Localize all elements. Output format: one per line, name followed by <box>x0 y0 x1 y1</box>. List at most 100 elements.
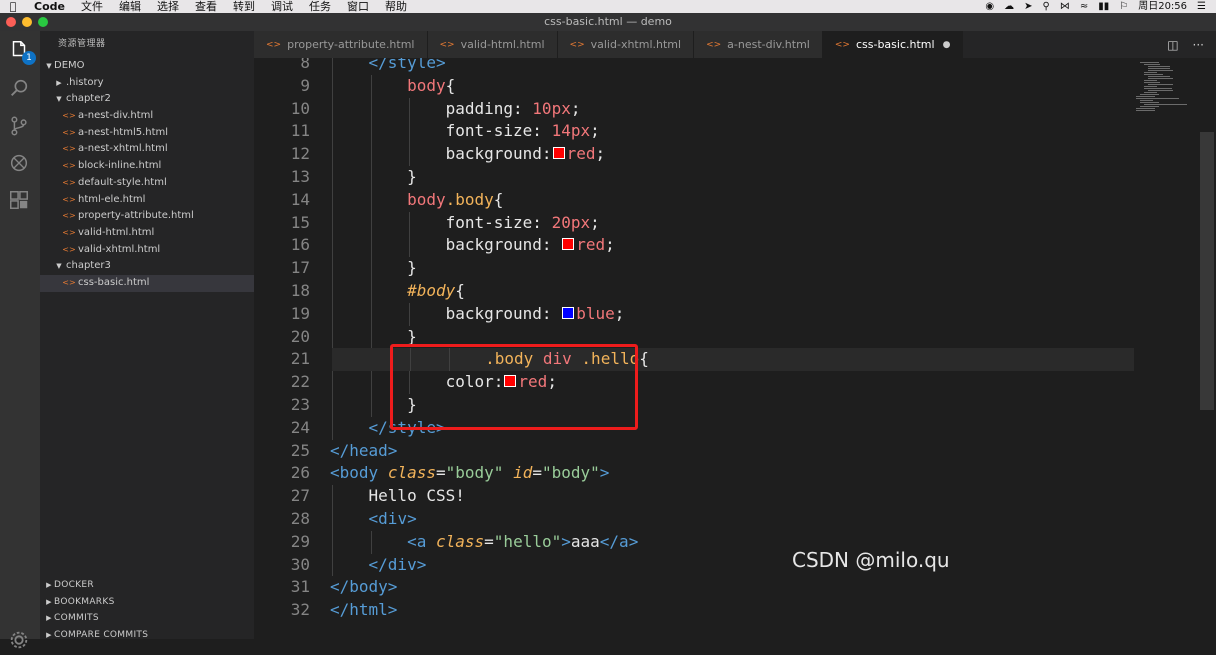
vertical-scrollbar[interactable] <box>1200 132 1214 410</box>
code-token: red <box>566 144 596 164</box>
search-icon[interactable] <box>8 77 32 101</box>
sidebar-section[interactable]: ▶ BOOKMARKS <box>40 594 254 611</box>
apple-icon[interactable]:  <box>0 0 26 13</box>
send-icon[interactable]: ➤ <box>1024 0 1032 13</box>
menu-app-name[interactable]: Code <box>26 0 73 13</box>
code-line[interactable]: 32 </html> <box>254 599 1134 622</box>
file-item[interactable]: <> property-attribute.html <box>40 208 254 225</box>
menu-item[interactable]: 调试 <box>263 0 301 13</box>
extensions-icon[interactable] <box>8 189 32 213</box>
color-swatch[interactable] <box>562 306 575 319</box>
code-line[interactable]: 12 background: red; <box>254 143 1134 166</box>
code-token: } <box>407 326 417 346</box>
color-swatch[interactable] <box>562 238 575 251</box>
split-editor-icon[interactable]: ◫ <box>1167 38 1178 52</box>
code-line[interactable]: 29 <a class="hello">aaa</a> <box>254 530 1134 554</box>
minimap-line <box>1144 92 1157 93</box>
code-token: = <box>532 463 542 483</box>
menu-item[interactable]: 转到 <box>225 0 263 13</box>
tree-item-label: css-basic.html <box>78 276 150 288</box>
unsaved-dot-icon[interactable]: ● <box>943 40 951 50</box>
record-icon[interactable]: ◉ <box>985 0 994 13</box>
indent-guide <box>370 530 372 554</box>
file-item[interactable]: <> a-nest-xhtml.html <box>40 141 254 158</box>
code-line[interactable]: 17 } <box>254 257 1134 280</box>
indent-guide <box>409 120 411 144</box>
close-window-button[interactable] <box>6 17 16 27</box>
source-control-icon[interactable] <box>8 115 32 139</box>
explorer-icon[interactable]: 1 <box>8 39 36 65</box>
folder-item[interactable]: ▼ chapter3 <box>40 258 254 275</box>
clock[interactable]: 周日20:56 <box>1138 0 1187 13</box>
battery-icon[interactable]: ▮▮ <box>1098 0 1109 13</box>
code-line[interactable]: 10 padding: 10px; <box>254 97 1134 121</box>
code-line[interactable]: 25 </head> <box>254 440 1134 463</box>
color-swatch[interactable] <box>552 147 565 160</box>
code-line[interactable]: 8 </style> <box>254 58 1134 75</box>
code-line[interactable]: 9 body{ <box>254 74 1134 98</box>
code-line[interactable]: 16 background: red; <box>254 234 1134 258</box>
code-line[interactable]: 28 <div> <box>254 508 1134 531</box>
menu-item[interactable]: 查看 <box>187 0 225 13</box>
flag-icon[interactable]: ⚐ <box>1119 0 1128 13</box>
folder-item[interactable]: ▼ chapter2 <box>40 91 254 108</box>
file-item[interactable]: <> default-style.html <box>40 175 254 192</box>
folder-item[interactable]: ▶ .history <box>40 75 254 92</box>
code-line[interactable]: 27 Hello CSS! <box>254 485 1134 508</box>
zoom-window-button[interactable] <box>38 17 48 27</box>
code-editor[interactable]: 8 </style> 9 body{10 padding: 10px; 11 fon… <box>254 58 1216 639</box>
bluetooth-icon[interactable]: ⋈ <box>1060 0 1070 13</box>
code-line[interactable]: 11 font-size: 14px; <box>254 120 1134 144</box>
code-line[interactable]: 26 <body class="body" id="body"> <box>254 462 1134 485</box>
wechat-icon[interactable]: ☁ <box>1004 0 1014 13</box>
code-line[interactable]: 31 </body> <box>254 576 1134 599</box>
settings-gear-icon[interactable] <box>8 629 32 653</box>
file-item[interactable]: <> css-basic.html <box>40 274 254 292</box>
menu-item[interactable]: 帮助 <box>377 0 415 13</box>
indent-guide <box>332 257 333 280</box>
file-item[interactable]: <> valid-xhtml.html <box>40 242 254 259</box>
code-line[interactable]: 18 #body{ <box>254 280 1134 303</box>
code-line[interactable]: 30 </div> <box>254 553 1134 577</box>
code-line[interactable]: 23 } <box>254 394 1134 417</box>
editor-tab[interactable]: <> valid-xhtml.html <box>557 31 695 58</box>
code-line[interactable]: 15 font-size: 20px; <box>254 211 1134 235</box>
search-icon[interactable]: ⚲ <box>1043 0 1050 13</box>
code-line[interactable]: 14 body.body{ <box>254 188 1134 212</box>
minimize-window-button[interactable] <box>22 17 32 27</box>
file-item[interactable]: <> valid-html.html <box>40 225 254 242</box>
menu-list-icon[interactable]: ☰ <box>1197 0 1206 13</box>
more-actions-icon[interactable]: ··· <box>1193 38 1204 52</box>
code-line[interactable]: 22 color: red; <box>254 371 1134 394</box>
code-line[interactable]: 20 } <box>254 325 1134 349</box>
sidebar-section[interactable]: ▶ DOCKER <box>40 577 254 594</box>
line-number: 31 <box>290 577 310 597</box>
menu-item[interactable]: 文件 <box>73 0 111 13</box>
code-line[interactable]: 13 } <box>254 166 1134 189</box>
editor-tab[interactable]: <> css-basic.html ● <box>822 31 964 58</box>
minimap[interactable] <box>1132 58 1202 118</box>
code-line[interactable]: 19 background: blue; <box>254 302 1134 326</box>
red-annotation-box <box>390 344 638 430</box>
sidebar-section[interactable]: ▶ COMMITS <box>40 610 254 627</box>
menu-item[interactable]: 窗口 <box>339 0 377 13</box>
editor-tab[interactable]: <> a-nest-div.html <box>694 31 823 58</box>
wifi-icon[interactable]: ≈ <box>1080 0 1088 13</box>
file-item[interactable]: <> a-nest-div.html <box>40 108 254 125</box>
code-line[interactable]: 24 </style> <box>254 416 1134 440</box>
indent-guide <box>332 530 333 554</box>
debug-icon[interactable] <box>8 152 32 176</box>
menu-item[interactable]: 任务 <box>301 0 339 13</box>
line-number: 11 <box>290 121 310 141</box>
chevron-down-icon: ▼ <box>46 62 52 70</box>
editor-tab[interactable]: <> property-attribute.html <box>254 31 428 58</box>
file-item[interactable]: <> a-nest-html5.html <box>40 125 254 142</box>
file-item[interactable]: <> block-inline.html <box>40 158 254 175</box>
code-token: 10px <box>532 98 571 118</box>
sidebar-section[interactable]: ▶ COMPARE COMMITS <box>40 627 254 644</box>
file-item[interactable]: <> html-ele.html <box>40 192 254 209</box>
editor-tab[interactable]: <> valid-html.html <box>427 31 558 58</box>
menu-item[interactable]: 选择 <box>149 0 187 13</box>
workspace-root[interactable]: ▼ DEMO <box>40 58 254 75</box>
menu-item[interactable]: 编辑 <box>111 0 149 13</box>
